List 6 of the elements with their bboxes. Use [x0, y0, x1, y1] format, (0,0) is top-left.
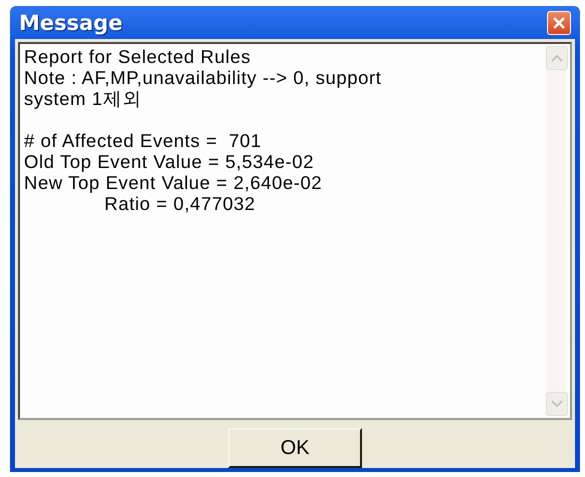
- scroll-down-icon[interactable]: [546, 392, 568, 416]
- window-title: Message: [19, 10, 123, 34]
- message-text: Report for Selected Rules Note : AF,MP,unavailability --> 0, support system 1제외 # of Affected Events = 701 Old Top Event Value = 5,534e-02 New Top Event Value = 2,640e-02 Ratio = 0,477032: [24, 46, 382, 214]
- ok-button[interactable]: OK: [228, 428, 362, 468]
- close-icon[interactable]: [547, 10, 571, 34]
- scroll-up-icon[interactable]: [546, 46, 568, 70]
